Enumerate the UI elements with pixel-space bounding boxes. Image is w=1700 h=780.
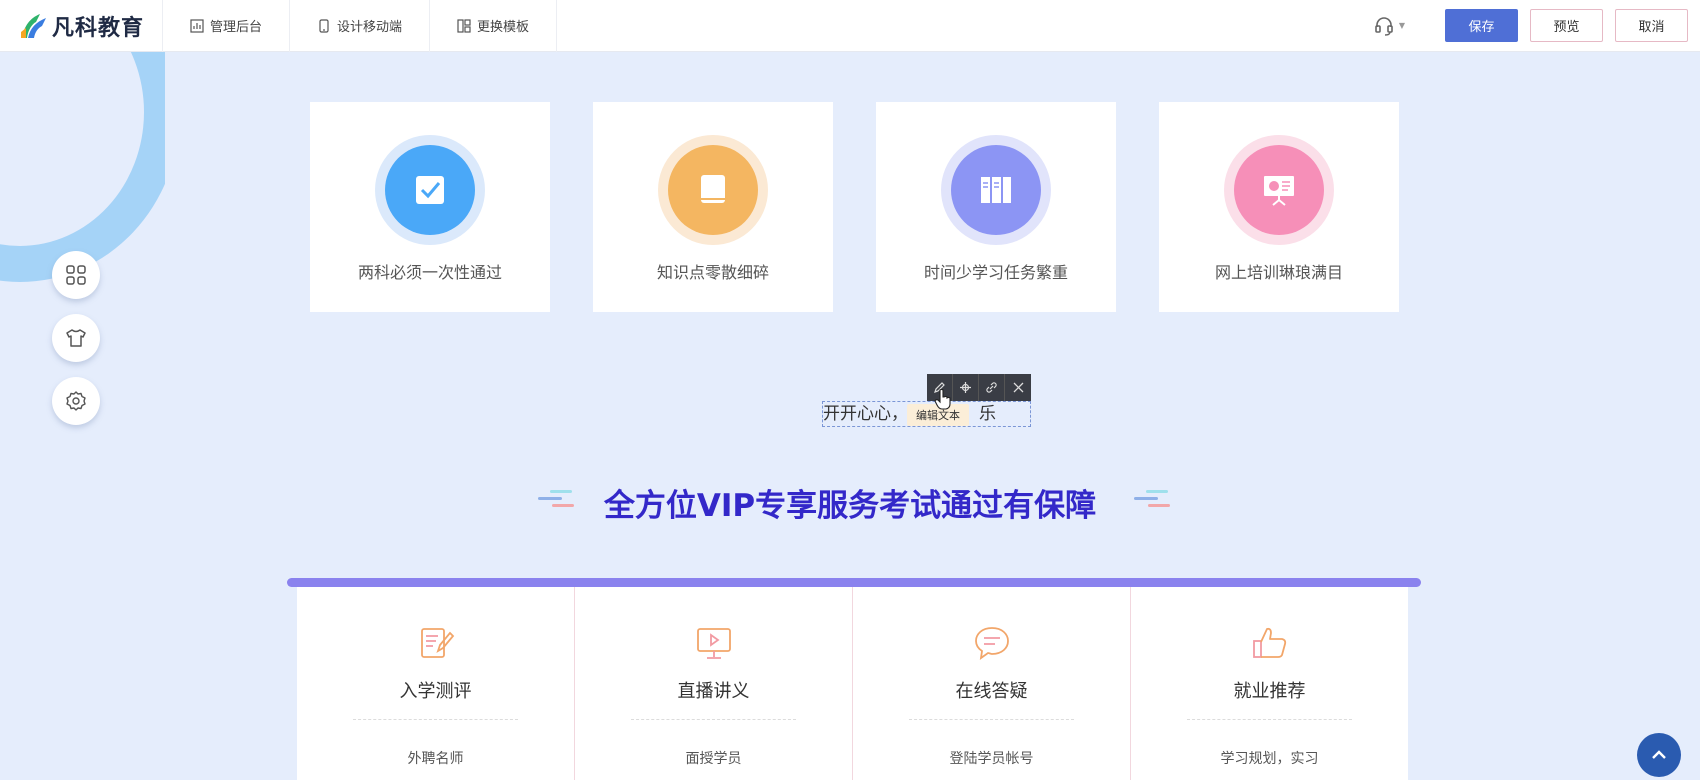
service-title: 入学测评 bbox=[399, 681, 472, 702]
divider bbox=[353, 719, 518, 720]
divider bbox=[909, 719, 1074, 720]
feature-label: 网上培训琳琅满目 bbox=[1214, 263, 1343, 282]
move-button[interactable] bbox=[953, 374, 979, 401]
link-button[interactable] bbox=[979, 374, 1005, 401]
book-icon bbox=[701, 175, 725, 203]
icon-ring bbox=[941, 135, 1051, 245]
heading-decoration-right bbox=[1134, 490, 1170, 511]
settings-icon bbox=[66, 391, 86, 411]
modules-icon bbox=[66, 265, 86, 285]
service-title: 在线答疑 bbox=[955, 681, 1028, 702]
chart-icon bbox=[190, 18, 204, 33]
editable-text-left: 开开心心， bbox=[823, 404, 908, 424]
divider bbox=[1187, 719, 1352, 720]
nav-mobile[interactable]: 设计移动端 bbox=[290, 0, 431, 52]
nav-template-label: 更换模板 bbox=[477, 20, 530, 35]
icon-disc bbox=[385, 145, 475, 235]
theme-button[interactable] bbox=[52, 314, 100, 362]
close-icon bbox=[1013, 382, 1023, 393]
service-title: 就业推荐 bbox=[1233, 681, 1306, 702]
move-icon bbox=[960, 382, 971, 393]
brand-name: 凡科教育 bbox=[52, 15, 145, 41]
logo[interactable]: 凡科教育 bbox=[0, 0, 163, 52]
nav-admin[interactable]: 管理后台 bbox=[163, 0, 291, 52]
support-menu[interactable]: ▼ bbox=[1373, 15, 1405, 37]
feature-label: 时间少学习任务繁重 bbox=[923, 263, 1068, 282]
service-sub: 面授学员 bbox=[685, 751, 742, 767]
hand-cursor-icon bbox=[934, 388, 951, 410]
nav-template[interactable]: 更换模板 bbox=[430, 0, 558, 52]
section-heading: 全方位VIP专享服务考试通过有保障 bbox=[603, 488, 1097, 524]
icon-disc bbox=[1234, 145, 1324, 235]
service-sub: 外聘名师 bbox=[407, 751, 464, 767]
service-item[interactable]: 直播讲义 面授学员 bbox=[575, 587, 853, 780]
preview-button[interactable]: 预览 bbox=[1530, 9, 1603, 42]
divider bbox=[631, 719, 796, 720]
feature-card[interactable]: 时间少学习任务繁重 bbox=[876, 102, 1116, 312]
icon-ring bbox=[1224, 135, 1334, 245]
checkbox-icon bbox=[416, 176, 444, 204]
feature-card[interactable]: 两科必须一次性通过 bbox=[310, 102, 550, 312]
feature-card[interactable]: 知识点零散细碎 bbox=[593, 102, 833, 312]
feature-label: 两科必须一次性通过 bbox=[357, 263, 502, 282]
icon-ring bbox=[658, 135, 768, 245]
service-item[interactable]: 就业推荐 学习规划，实习 bbox=[1131, 587, 1408, 780]
template-icon bbox=[457, 18, 471, 33]
side-toolbar bbox=[52, 251, 100, 440]
live-icon bbox=[696, 628, 731, 659]
nav-admin-label: 管理后台 bbox=[210, 20, 263, 35]
settings-button[interactable] bbox=[52, 377, 100, 425]
logo-icon bbox=[21, 13, 46, 38]
cancel-button[interactable]: 取消 bbox=[1615, 9, 1688, 42]
editable-text-right: 乐 bbox=[979, 404, 996, 424]
modules-button[interactable] bbox=[52, 251, 100, 299]
service-sub: 学习规划，实习 bbox=[1220, 751, 1319, 767]
feature-label: 知识点零散细碎 bbox=[656, 263, 769, 282]
icon-ring bbox=[375, 135, 485, 245]
service-item[interactable]: 入学测评 外聘名师 bbox=[297, 587, 575, 780]
nav-mobile-label: 设计移动端 bbox=[337, 20, 403, 35]
thumbs-up-icon bbox=[1252, 627, 1286, 658]
section-bar bbox=[287, 578, 1421, 587]
icon-disc bbox=[668, 145, 758, 235]
service-item[interactable]: 在线答疑 登陆学员帐号 bbox=[853, 587, 1131, 780]
shirt-icon bbox=[66, 329, 86, 347]
service-title: 直播讲义 bbox=[677, 681, 750, 702]
presentation-icon bbox=[1264, 176, 1294, 206]
chevron-up-icon bbox=[1652, 750, 1666, 759]
books-icon bbox=[981, 177, 1011, 203]
link-icon bbox=[986, 382, 997, 393]
chat-icon bbox=[974, 627, 1009, 660]
icon-disc bbox=[951, 145, 1041, 235]
services-panel: 入学测评 外聘名师 直播讲义 面授学员 在线答疑 登陆学员帐号 就业推荐 学习规… bbox=[297, 587, 1408, 780]
close-button[interactable] bbox=[1005, 374, 1031, 401]
feature-card[interactable]: 网上培训琳琅满目 bbox=[1159, 102, 1399, 312]
service-sub: 登陆学员帐号 bbox=[949, 751, 1034, 767]
chevron-down-icon: ▼ bbox=[1398, 21, 1405, 30]
mobile-icon bbox=[319, 18, 329, 33]
top-bar: 凡科教育 管理后台 设计移动端 更换模板 ▼ 保存 预览 取消 bbox=[0, 0, 1700, 52]
edit-doc-icon bbox=[420, 628, 454, 658]
back-to-top-button[interactable] bbox=[1637, 733, 1681, 777]
save-button[interactable]: 保存 bbox=[1445, 9, 1518, 42]
headset-icon bbox=[1375, 16, 1393, 36]
